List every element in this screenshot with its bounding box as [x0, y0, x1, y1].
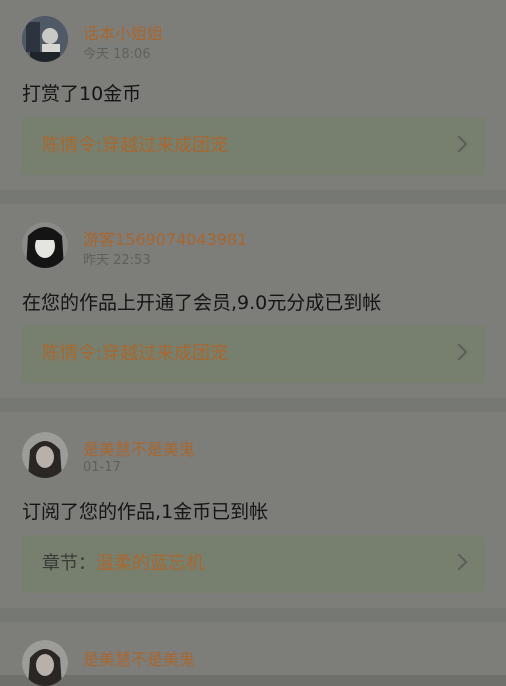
notification-message: 订阅了您的作品,1金币已到帐: [22, 501, 269, 523]
chapter-title: 温柔的蓝忘机: [96, 553, 204, 574]
chevron-right-icon: [450, 135, 468, 153]
username[interactable]: 是美慧不是美鬼: [83, 646, 195, 670]
card-divider: [0, 608, 506, 622]
work-link-text: 陈情令:穿越过来成团宠: [42, 117, 228, 175]
chapter-link[interactable]: 章节：温柔的蓝忘机: [21, 535, 485, 593]
username[interactable]: 话本小姐姐: [83, 20, 163, 44]
username[interactable]: 游客1569074043981: [83, 226, 247, 250]
notification-card: 是美慧不是美鬼: [0, 622, 506, 686]
notification-card: 话本小姐姐 今天 18:06 打赏了10金币 陈情令:穿越过来成团宠: [0, 0, 506, 190]
notification-feed: 话本小姐姐 今天 18:06 打赏了10金币 陈情令:穿越过来成团宠 游客156…: [0, 0, 506, 686]
avatar-icon[interactable]: [22, 222, 68, 268]
work-link[interactable]: 陈情令:穿越过来成团宠: [21, 117, 485, 175]
username[interactable]: 是美慧不是美鬼: [83, 436, 195, 460]
notification-card: 是美慧不是美鬼 01-17 订阅了您的作品,1金币已到帐 章节：温柔的蓝忘机: [0, 412, 506, 608]
work-title: 陈情令:穿越过来成团宠: [42, 343, 229, 364]
avatar-icon[interactable]: [22, 16, 68, 62]
notification-message: 打赏了10金币: [22, 83, 142, 105]
card-divider: [0, 190, 506, 204]
work-title: 陈情令:穿越过来成团宠: [42, 135, 229, 156]
chevron-right-icon: [450, 343, 468, 361]
notification-card: 游客1569074043981 昨天 22:53 在您的作品上开通了会员,9.0…: [0, 204, 506, 398]
card-divider: [0, 398, 506, 412]
link-prefix: 章节：: [42, 553, 96, 574]
work-link-text: 陈情令:穿越过来成团宠: [42, 325, 228, 383]
chapter-link-text: 章节：温柔的蓝忘机: [42, 535, 204, 593]
work-link[interactable]: 陈情令:穿越过来成团宠: [21, 325, 485, 383]
timestamp: 昨天 22:53: [83, 253, 151, 268]
avatar-icon[interactable]: [22, 432, 68, 478]
chevron-right-icon: [450, 553, 468, 571]
timestamp: 今天 18:06: [83, 47, 151, 62]
notification-message: 在您的作品上开通了会员,9.0元分成已到帐: [22, 292, 382, 314]
timestamp: 01-17: [83, 460, 121, 475]
avatar-icon[interactable]: [22, 640, 68, 686]
